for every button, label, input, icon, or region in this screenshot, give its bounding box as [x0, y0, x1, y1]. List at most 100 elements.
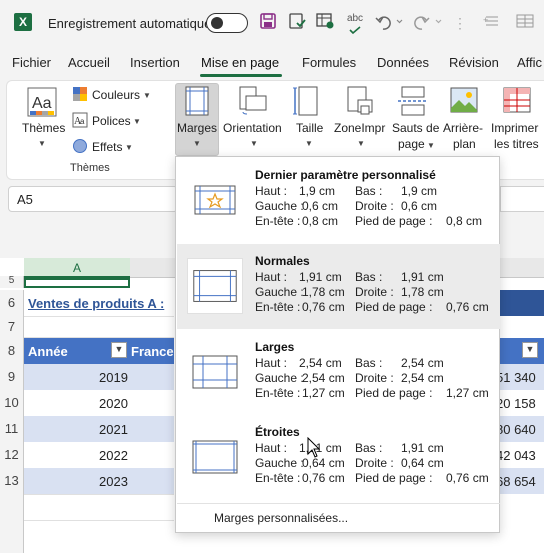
colors-chevron-icon[interactable]: ▼	[143, 91, 151, 100]
year-cell[interactable]: 2023	[99, 474, 128, 489]
margin-option-larges[interactable]: Larges Haut : 2,54 cm Bas : 2,54 cm Gauc…	[177, 330, 500, 415]
effects-icon[interactable]	[72, 138, 88, 157]
group-label-themes: Thèmes	[70, 162, 110, 174]
tab-fichier[interactable]: Fichier	[12, 55, 51, 70]
value-gauche: 2,54 cm	[302, 371, 345, 385]
orientation-icon[interactable]	[238, 86, 268, 119]
tab-insertion[interactable]: Insertion	[130, 55, 180, 70]
selected-cell[interactable]	[24, 278, 130, 288]
row-header-5[interactable]: 5	[0, 276, 24, 288]
breaks-icon[interactable]	[398, 86, 428, 119]
svg-text:Aa: Aa	[32, 95, 52, 112]
value-pied: 0,76 cm	[446, 300, 489, 314]
margin-option-etroites[interactable]: Étroites Haut : 1,91 cm Bas : 1,91 cm Ga…	[177, 415, 500, 500]
undo-icon[interactable]	[374, 12, 404, 34]
active-tab-indicator	[200, 74, 282, 77]
table-icon[interactable]	[514, 12, 536, 34]
label-pied: Pied de page :	[355, 214, 433, 228]
column-header-a[interactable]: A	[24, 258, 130, 278]
tab-formules[interactable]: Formules	[302, 55, 356, 70]
print-area-icon[interactable]	[346, 86, 374, 119]
tab-affichage[interactable]: Affic	[517, 55, 542, 70]
size-chevron-icon[interactable]: ▼	[305, 139, 313, 148]
print-area-chevron-icon[interactable]: ▼	[357, 139, 365, 148]
breaks-button[interactable]: Sauts de	[392, 121, 439, 135]
label-gauche: Gauche :	[255, 456, 304, 470]
autosave-toggle[interactable]	[206, 13, 248, 33]
colors-button[interactable]: Couleurs	[92, 88, 140, 102]
year-cell[interactable]: 2019	[99, 370, 128, 385]
row-header-7[interactable]: 7	[0, 316, 24, 338]
name-box[interactable]: A5	[8, 186, 178, 212]
wide-margins-icon	[187, 344, 243, 400]
sheet-icon[interactable]	[314, 12, 336, 34]
formula-bar[interactable]	[500, 186, 544, 212]
option-title: Larges	[255, 340, 295, 354]
colors-icon[interactable]	[72, 86, 88, 105]
fonts-icon[interactable]: Aa	[72, 112, 88, 131]
row-header-6[interactable]: 6	[0, 290, 24, 316]
value-droite: 1,78 cm	[401, 285, 444, 299]
sheet-title[interactable]: Ventes de produits A :	[28, 296, 164, 311]
print-titles-label-2[interactable]: les titres	[494, 137, 539, 151]
header-france[interactable]: France	[131, 344, 174, 359]
value-cell[interactable]: 68 654	[496, 474, 536, 489]
breaks-chevron-icon[interactable]: ▼	[427, 141, 435, 150]
orientation-button[interactable]: Orientation	[223, 121, 282, 135]
row-header-13[interactable]: 13	[0, 468, 24, 494]
print-area-button[interactable]: ZoneImpr	[334, 121, 385, 135]
filter-right-icon[interactable]: ▼	[522, 342, 538, 358]
fonts-chevron-icon[interactable]: ▼	[133, 117, 141, 126]
name-box-value: A5	[17, 192, 33, 207]
themes-icon[interactable]: Aa	[26, 86, 58, 121]
orientation-chevron-icon[interactable]: ▼	[250, 139, 258, 148]
themes-chevron-icon[interactable]: ▼	[38, 139, 46, 148]
breaks-label-2[interactable]: page	[398, 137, 425, 151]
value-entete: 0,8 cm	[302, 214, 339, 228]
year-cell[interactable]: 2021	[99, 422, 128, 437]
insert-columns-icon[interactable]: +	[482, 12, 502, 34]
gridline	[24, 337, 174, 338]
filter-annee-icon[interactable]: ▼	[111, 342, 127, 358]
effects-button[interactable]: Effets	[92, 140, 122, 154]
label-haut: Haut :	[255, 356, 288, 370]
fonts-button[interactable]: Polices	[92, 114, 131, 128]
option-title: Normales	[255, 254, 310, 268]
row-header-11[interactable]: 11	[0, 416, 24, 442]
effects-chevron-icon[interactable]: ▼	[125, 143, 133, 152]
background-label-2[interactable]: plan	[453, 137, 476, 151]
size-button[interactable]: Taille	[296, 121, 323, 135]
tab-accueil[interactable]: Accueil	[68, 55, 110, 70]
save-icon[interactable]	[258, 12, 278, 34]
custom-margins-button[interactable]: Marges personnalisées...	[214, 511, 348, 525]
value-cell[interactable]: 42 043	[496, 448, 536, 463]
value-pied: 1,27 cm	[446, 386, 489, 400]
size-icon[interactable]	[293, 86, 319, 119]
spelling-icon[interactable]: abc	[344, 12, 366, 34]
themes-button[interactable]: Thèmes	[22, 121, 65, 135]
margin-option-last-custom[interactable]: Dernier paramètre personnalisé Haut : 1,…	[177, 158, 500, 243]
year-cell[interactable]: 2020	[99, 396, 128, 411]
check-icon[interactable]	[287, 12, 307, 34]
year-cell[interactable]: 2022	[99, 448, 128, 463]
row-header-9[interactable]: 9	[0, 364, 24, 390]
redo-icon[interactable]	[413, 12, 443, 34]
print-titles-button[interactable]: Imprimer	[491, 121, 538, 135]
value-droite: 2,54 cm	[401, 371, 444, 385]
value-cell[interactable]: 20 158	[496, 396, 536, 411]
row-header-12[interactable]: 12	[0, 442, 24, 468]
tab-mise-en-page[interactable]: Mise en page	[201, 55, 279, 70]
print-titles-icon[interactable]	[502, 86, 532, 119]
margin-option-normales[interactable]: Normales Haut : 1,91 cm Bas : 1,91 cm Ga…	[177, 244, 500, 329]
margins-icon	[184, 86, 210, 119]
background-icon[interactable]	[449, 86, 479, 119]
row-header-10[interactable]: 10	[0, 390, 24, 416]
tab-revision[interactable]: Révision	[449, 55, 499, 70]
header-annee[interactable]: Année	[28, 344, 68, 359]
background-button[interactable]: Arrière-	[443, 121, 483, 135]
value-cell[interactable]: 80 640	[496, 422, 536, 437]
tab-donnees[interactable]: Données	[377, 55, 429, 70]
row-header-8[interactable]: 8	[0, 338, 24, 364]
value-cell[interactable]: 51 340	[496, 370, 536, 385]
autosave-label: Enregistrement automatique	[48, 16, 212, 31]
